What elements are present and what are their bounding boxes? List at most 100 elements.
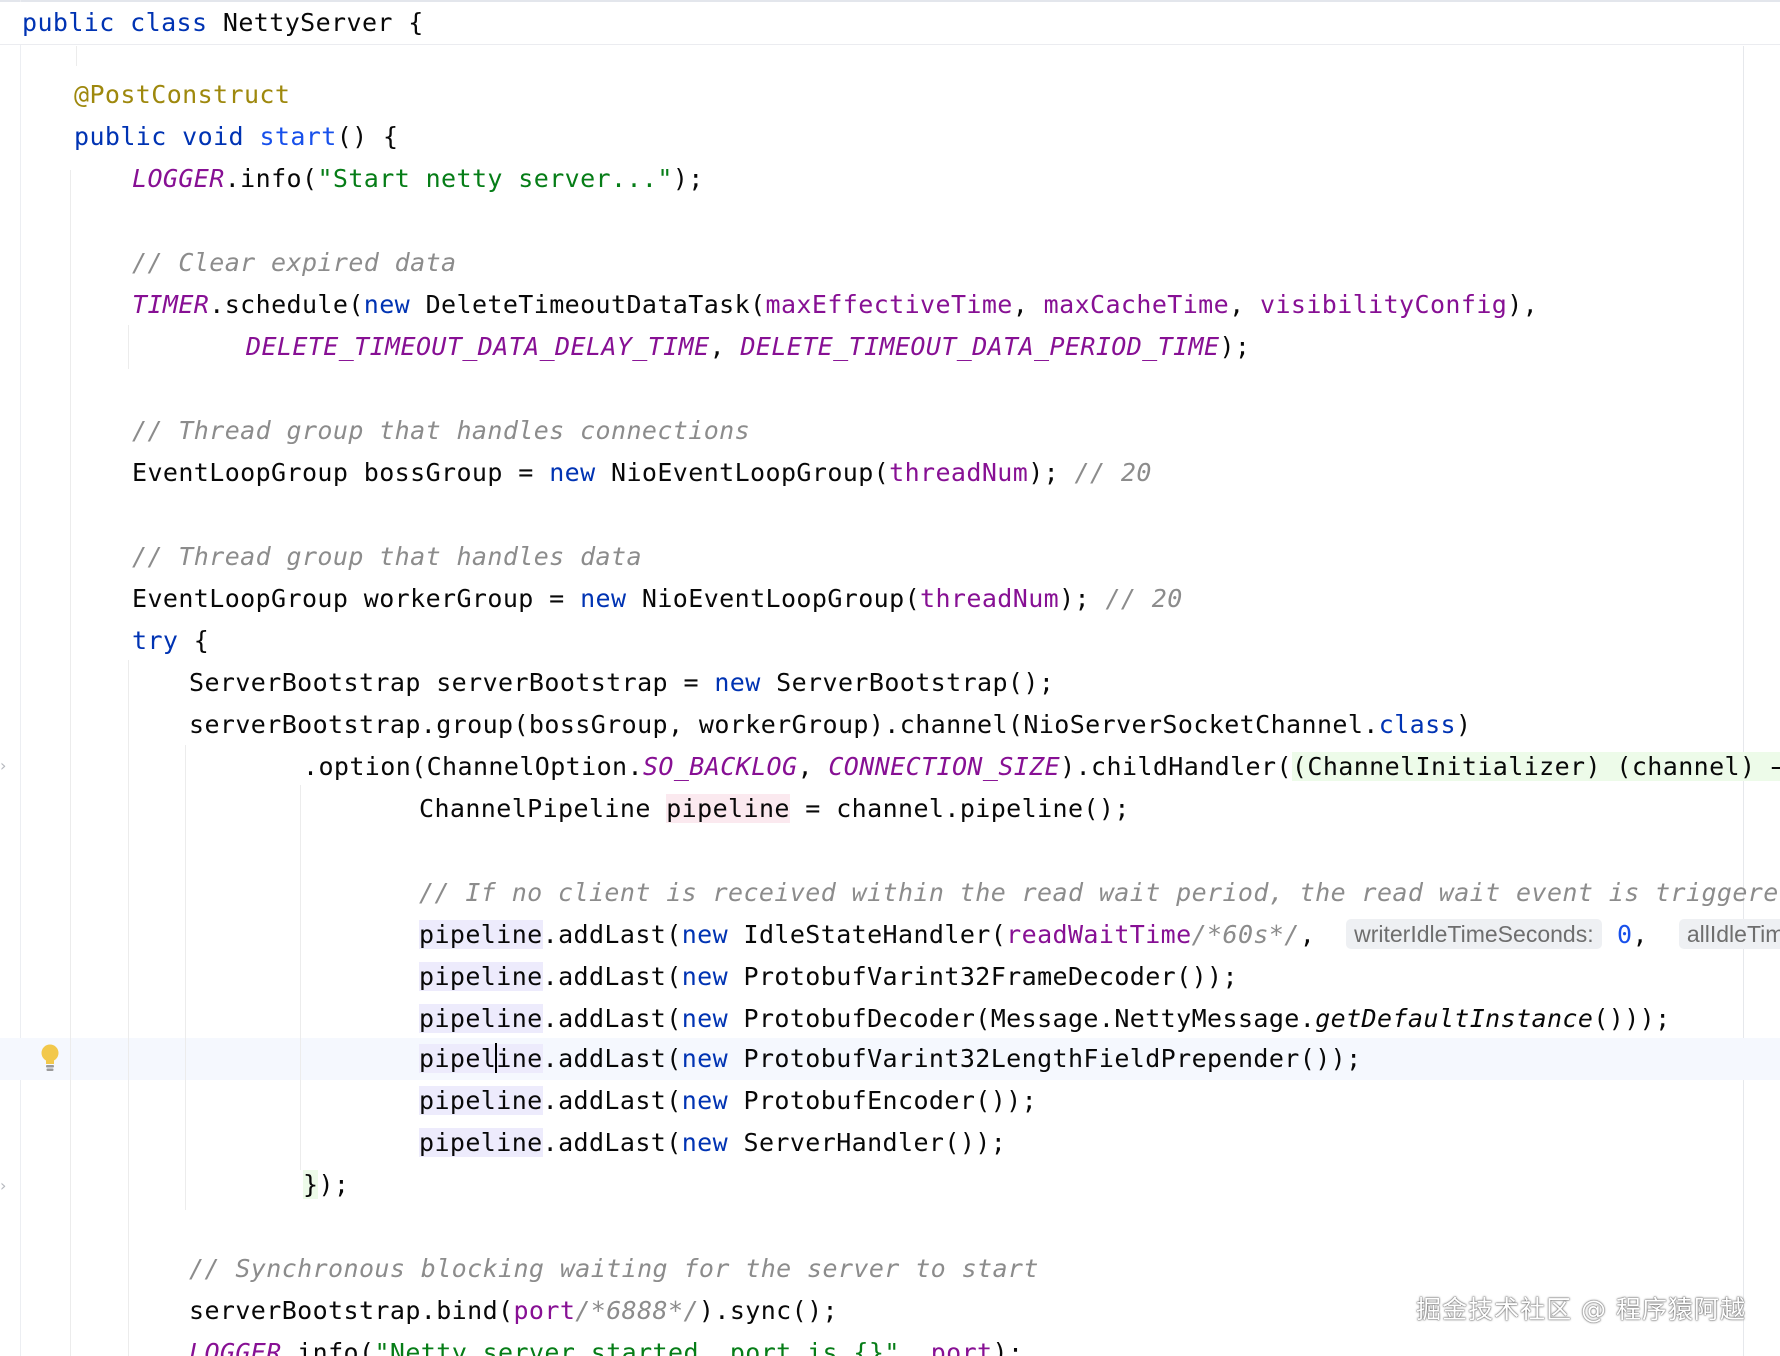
variable-highlight: pipeline — [419, 1086, 543, 1115]
variable-highlight: pipeline — [419, 962, 543, 991]
code-editor[interactable]: › › public class NettyServer { @PostCons… — [0, 0, 1780, 1356]
parameter-hint: allIdleTimeSecon — [1678, 919, 1780, 949]
code-text: , — [899, 1338, 931, 1356]
constant: CONNECTION_SIZE — [828, 752, 1061, 781]
right-margin-guide — [1743, 46, 1744, 1356]
code-line: pipeline.addLast(new IdleStateHandler(re… — [419, 914, 1780, 956]
code-comment: // 20 — [1105, 584, 1183, 613]
code-line: LOGGER.info("Netty server started, port … — [189, 1332, 1023, 1356]
code-text: .info( — [281, 1338, 375, 1356]
code-line-current[interactable]: pipeline.addLast(new ProtobufVarint32Len… — [419, 1038, 1362, 1080]
keyword: new — [363, 290, 411, 319]
code-text: EventLoopGroup bossGroup = — [132, 458, 550, 487]
code-text: .addLast( — [542, 1004, 682, 1033]
code-text: serverBootstrap.group(bossGroup, workerG… — [189, 710, 1379, 739]
keyword: class — [130, 8, 208, 37]
code-comment: // Thread group that handles connections — [132, 416, 751, 445]
variable-highlight: pipeline — [419, 1043, 543, 1073]
code-text: ).sync(); — [698, 1296, 838, 1325]
keyword: public — [74, 122, 167, 151]
fold-arrow-icon[interactable]: › — [0, 756, 10, 776]
field: threadNum — [889, 458, 1029, 487]
code-text: ), — [1507, 290, 1539, 319]
constant: TIMER — [132, 290, 210, 319]
watermark: 掘金技术社区 @ 程序猿阿越 — [1416, 1295, 1746, 1324]
keyword: new — [549, 458, 596, 487]
code-comment: // Clear expired data — [132, 248, 457, 277]
keyword: new — [714, 668, 761, 697]
code-text: ProtobufVarint32LengthFieldPrepender()); — [728, 1044, 1362, 1073]
code-text: { — [178, 626, 210, 655]
field: readWaitTime — [1006, 920, 1192, 949]
code-text: , — [1632, 920, 1664, 949]
code-text: , — [1299, 920, 1331, 949]
keyword: public — [22, 8, 115, 37]
code-line: try { — [132, 620, 209, 662]
code-text: , — [1012, 290, 1044, 319]
code-text: .addLast( — [542, 1128, 682, 1157]
fold-arrow-icon[interactable]: › — [0, 1176, 10, 1196]
class-name: NettyServer — [222, 8, 393, 37]
brace: { — [392, 8, 424, 37]
code-text: = channel.pipeline(); — [789, 794, 1130, 823]
code-line: serverBootstrap.group(bossGroup, workerG… — [189, 704, 1471, 746]
code-comment: // 20 — [1074, 458, 1152, 487]
field: port — [930, 1338, 993, 1356]
code-text: ine — [496, 1044, 543, 1073]
editor-gutter — [0, 0, 20, 1356]
code-text: ServerBootstrap serverBootstrap = — [189, 668, 715, 697]
code-line: ChannelPipeline pipeline = channel.pipel… — [419, 788, 1130, 830]
code-line: TIMER.schedule(new DeleteTimeoutDataTask… — [132, 284, 1538, 326]
variable-highlight: pipeline — [419, 1004, 543, 1033]
code-text: ChannelPipeline — [419, 794, 667, 823]
code-line: EventLoopGroup workerGroup = new NioEven… — [132, 578, 1183, 620]
keyword: new — [681, 1004, 729, 1033]
code-text: IdleStateHandler( — [728, 920, 1007, 949]
code-text: ProtobufDecoder(Message.NettyMessage. — [728, 1004, 1316, 1033]
string-literal: "Netty server started, port is {}" — [374, 1338, 900, 1356]
keyword: void — [182, 122, 244, 151]
indent-guide — [185, 745, 186, 1210]
method-name: start — [259, 122, 337, 151]
code-text: , — [797, 752, 829, 781]
code-line: }); — [303, 1164, 349, 1206]
keyword: new — [580, 584, 627, 613]
code-text: ); — [672, 164, 704, 193]
code-line: public void start() { — [74, 116, 399, 158]
field: threadNum — [920, 584, 1060, 613]
field: port — [513, 1296, 576, 1325]
variable-highlight: pipeline — [419, 1128, 543, 1157]
code-text: , — [709, 332, 741, 361]
field: maxCacheTime — [1043, 290, 1230, 319]
code-text: ServerHandler()); — [728, 1128, 1007, 1157]
code-text: ())); — [1593, 1004, 1671, 1033]
variable-highlight: pipeline — [419, 920, 543, 949]
code-text: .info( — [224, 164, 318, 193]
lightbulb-icon[interactable] — [40, 1044, 60, 1074]
keyword: class — [1378, 710, 1457, 739]
code-comment: /*6888*/ — [575, 1296, 699, 1325]
code-comment: // Thread group that handles data — [132, 542, 642, 571]
code-text: ServerBootstrap(); — [760, 668, 1055, 697]
code-text: ) — [1456, 710, 1472, 739]
sticky-class-header[interactable]: public class NettyServer { — [0, 2, 1780, 45]
code-text: ).childHandler( — [1060, 752, 1292, 781]
code-line: pipeline.addLast(new ProtobufDecoder(Mes… — [419, 998, 1671, 1040]
parameter-hint: writerIdleTimeSeconds: — [1346, 919, 1602, 949]
code-text: NioEventLoopGroup( — [626, 584, 921, 613]
code-line: serverBootstrap.bind(port/*6888*/).sync(… — [189, 1290, 838, 1332]
code-text: .addLast( — [542, 920, 682, 949]
keyword: new — [681, 920, 729, 949]
code-text: pipel — [419, 1044, 497, 1073]
code-text: EventLoopGroup workerGroup = — [132, 584, 581, 613]
keyword: new — [681, 1086, 729, 1115]
string-literal: "Start netty server..." — [317, 164, 673, 193]
code-line: DELETE_TIMEOUT_DATA_DELAY_TIME, DELETE_T… — [246, 326, 1250, 368]
keyword: try — [132, 626, 179, 655]
code-text: ); — [992, 1338, 1024, 1356]
code-text: .schedule( — [209, 290, 364, 319]
lambda-expression: (ChannelInitializer) (channel) → { — [1291, 752, 1780, 781]
constant: SO_BACKLOG — [642, 752, 798, 781]
code-text: ProtobufVarint32FrameDecoder()); — [728, 962, 1238, 991]
constant: DELETE_TIMEOUT_DATA_PERIOD_TIME — [740, 332, 1220, 361]
